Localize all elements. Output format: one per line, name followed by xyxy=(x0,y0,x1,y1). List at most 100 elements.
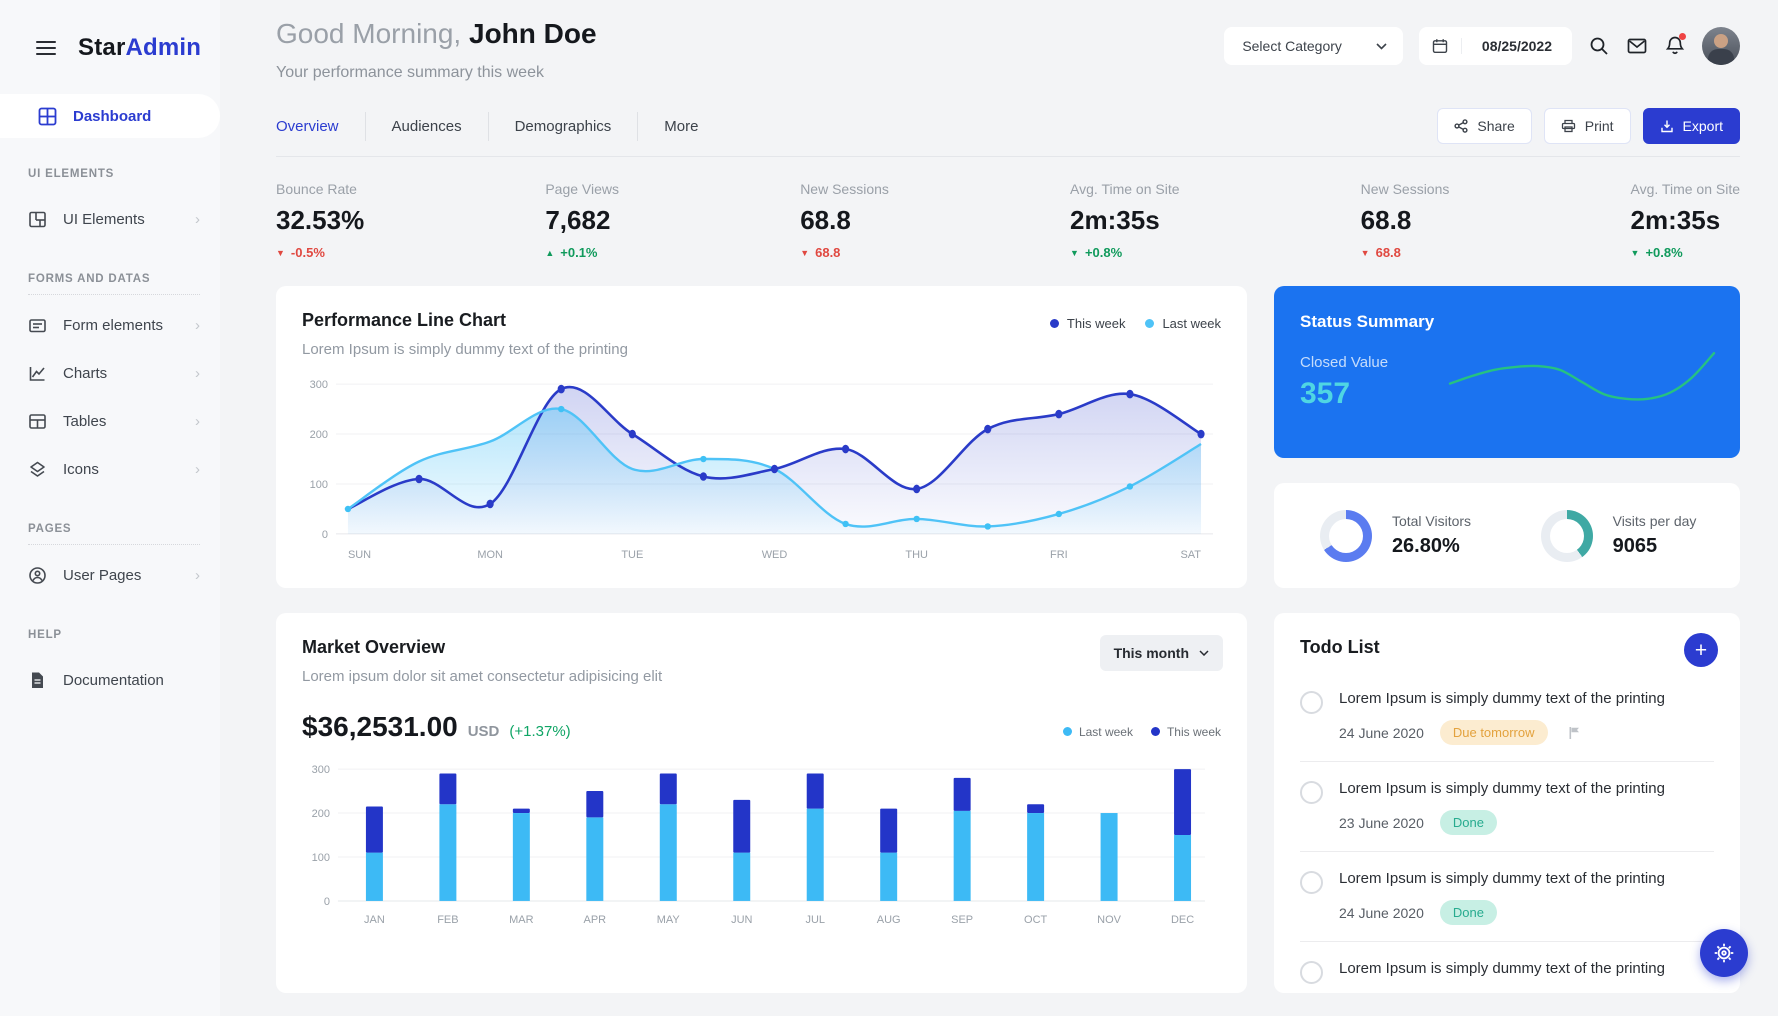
sidebar-item-user-pages[interactable]: User Pages › xyxy=(28,551,200,599)
svg-text:100: 100 xyxy=(312,852,330,864)
download-icon xyxy=(1660,120,1673,133)
svg-text:200: 200 xyxy=(312,808,330,820)
stat-new-sessions: New Sessions 68.8 ▼ 68.8 xyxy=(800,181,889,260)
user-icon xyxy=(28,566,47,585)
visitors-card: Total Visitors 26.80% Visits per day 9065 xyxy=(1274,483,1740,588)
table-icon xyxy=(28,412,47,431)
todo-list-card: Todo List + Lorem Ipsum is simply dummy … xyxy=(1274,613,1740,993)
stat-bounce-rate: Bounce Rate 32.53% ▼ -0.5% xyxy=(276,181,365,260)
svg-text:JUN: JUN xyxy=(731,914,752,926)
todo-checkbox[interactable] xyxy=(1300,781,1323,804)
tab-overview[interactable]: Overview xyxy=(276,111,366,141)
add-todo-button[interactable]: + xyxy=(1684,633,1718,667)
calendar-icon xyxy=(1419,38,1462,54)
svg-text:MAY: MAY xyxy=(657,914,681,926)
date-picker[interactable]: 08/25/2022 xyxy=(1418,27,1572,65)
dashboard-page: StarAdmin Dashboard UI ELEMENTS UI Eleme… xyxy=(0,0,1778,1016)
performance-line-chart-card: Performance Line Chart Lorem Ipsum is si… xyxy=(276,286,1247,588)
caret-icon: ▼ xyxy=(1070,247,1079,258)
status-badge: Due tomorrow xyxy=(1439,720,1548,745)
svg-text:MON: MON xyxy=(477,549,503,561)
todo-checkbox[interactable] xyxy=(1300,871,1323,894)
user-name: John Doe xyxy=(469,18,597,49)
svg-text:200: 200 xyxy=(310,429,328,441)
svg-text:SAT: SAT xyxy=(1180,549,1201,561)
status-summary-card: Status Summary Closed Value 357 xyxy=(1274,286,1740,458)
page-subtitle: Your performance summary this week xyxy=(276,64,544,81)
legend-dot-this-week xyxy=(1049,319,1059,328)
sidebar-item-icons[interactable]: Icons › xyxy=(28,445,200,493)
mail-icon[interactable] xyxy=(1626,35,1648,57)
period-select[interactable]: This month xyxy=(1099,635,1223,671)
card-subtitle: Lorem ipsum dolor sit amet consectetur a… xyxy=(302,668,663,685)
svg-text:0: 0 xyxy=(324,896,330,908)
svg-text:300: 300 xyxy=(310,379,328,391)
chevron-right-icon: › xyxy=(195,566,200,584)
flag-icon[interactable] xyxy=(1568,726,1581,740)
chevron-right-icon: › xyxy=(195,364,200,382)
market-currency: USD xyxy=(467,723,500,740)
brand-logo[interactable]: StarAdmin xyxy=(78,34,201,62)
caret-icon: ▼ xyxy=(1360,247,1370,258)
legend-dot-last-week xyxy=(1145,319,1155,328)
document-icon xyxy=(28,671,47,690)
svg-text:AUG: AUG xyxy=(877,914,901,926)
caret-icon: ▼ xyxy=(1630,247,1640,258)
stat-page-views: Page Views 7,682 ▲ +0.1% xyxy=(545,181,620,260)
svg-text:THU: THU xyxy=(905,549,928,561)
main-content: Good Morning, John Doe Your performance … xyxy=(220,0,1778,1016)
gear-icon xyxy=(1714,943,1734,963)
layers-icon xyxy=(28,460,47,479)
total-visitors-block: Total Visitors 26.80% xyxy=(1284,509,1507,562)
notification-dot xyxy=(1679,33,1686,40)
legend-dot-last-week xyxy=(1062,727,1072,736)
menu-toggle-icon[interactable] xyxy=(36,41,56,55)
share-button[interactable]: Share xyxy=(1437,108,1532,144)
chevron-right-icon: › xyxy=(195,210,200,228)
svg-text:JUL: JUL xyxy=(805,914,825,926)
sidebar-item-documentation[interactable]: Documentation xyxy=(28,656,200,704)
chevron-right-icon: › xyxy=(195,412,200,430)
sidebar-item-dashboard[interactable]: Dashboard xyxy=(0,94,220,138)
chart-legend: This week Last week xyxy=(1049,316,1221,331)
status-badge: Done xyxy=(1439,810,1497,835)
sidebar-item-charts[interactable]: Charts › xyxy=(28,349,200,397)
todo-checkbox[interactable] xyxy=(1300,691,1323,714)
print-button[interactable]: Print xyxy=(1543,108,1631,144)
tab-audiences[interactable]: Audiences xyxy=(366,111,489,141)
svg-text:WED: WED xyxy=(762,549,788,561)
category-select[interactable]: Select Category xyxy=(1224,27,1403,65)
status-sparkline xyxy=(1448,352,1716,401)
todo-checkbox[interactable] xyxy=(1300,961,1323,984)
chevron-down-icon xyxy=(1199,650,1209,656)
todo-date: 24 June 2020 xyxy=(1339,904,1424,921)
sidebar-item-form-elements[interactable]: Form elements › xyxy=(28,301,200,349)
legend-dot-this-week xyxy=(1150,727,1160,736)
tab-demographics[interactable]: Demographics xyxy=(489,111,639,141)
stat-avg-time-2: Avg. Time on Site 2m:35s ▼ +0.8% xyxy=(1630,181,1740,260)
visits-per-day-donut xyxy=(1540,509,1593,562)
chevron-right-icon: › xyxy=(195,460,200,478)
user-avatar[interactable] xyxy=(1702,27,1740,65)
total-visitors-donut xyxy=(1319,509,1372,562)
sidebar-item-tables[interactable]: Tables › xyxy=(28,397,200,445)
todo-date: 23 June 2020 xyxy=(1339,814,1424,831)
sidebar: StarAdmin Dashboard UI ELEMENTS UI Eleme… xyxy=(0,0,220,1016)
svg-text:JAN: JAN xyxy=(364,914,385,926)
search-icon[interactable] xyxy=(1588,35,1610,57)
tab-bar: Overview Audiences Demographics More Sha… xyxy=(276,108,1740,157)
export-button[interactable]: Export xyxy=(1642,108,1740,144)
svg-text:0: 0 xyxy=(322,529,328,541)
svg-text:300: 300 xyxy=(312,764,330,776)
svg-text:NOV: NOV xyxy=(1097,914,1121,926)
sidebar-item-ui-elements[interactable]: UI Elements › xyxy=(28,195,200,243)
caret-icon: ▼ xyxy=(800,247,810,258)
tab-more[interactable]: More xyxy=(638,112,724,141)
sidebar-item-label: Dashboard xyxy=(73,107,152,125)
sidebar-section-title: PAGES xyxy=(28,523,200,545)
bell-icon[interactable] xyxy=(1664,33,1686,57)
settings-fab[interactable] xyxy=(1700,929,1748,977)
todo-date: 24 June 2020 xyxy=(1339,724,1424,741)
page-title: Good Morning, John Doe xyxy=(276,18,597,49)
card-title: Market Overview xyxy=(302,637,446,657)
